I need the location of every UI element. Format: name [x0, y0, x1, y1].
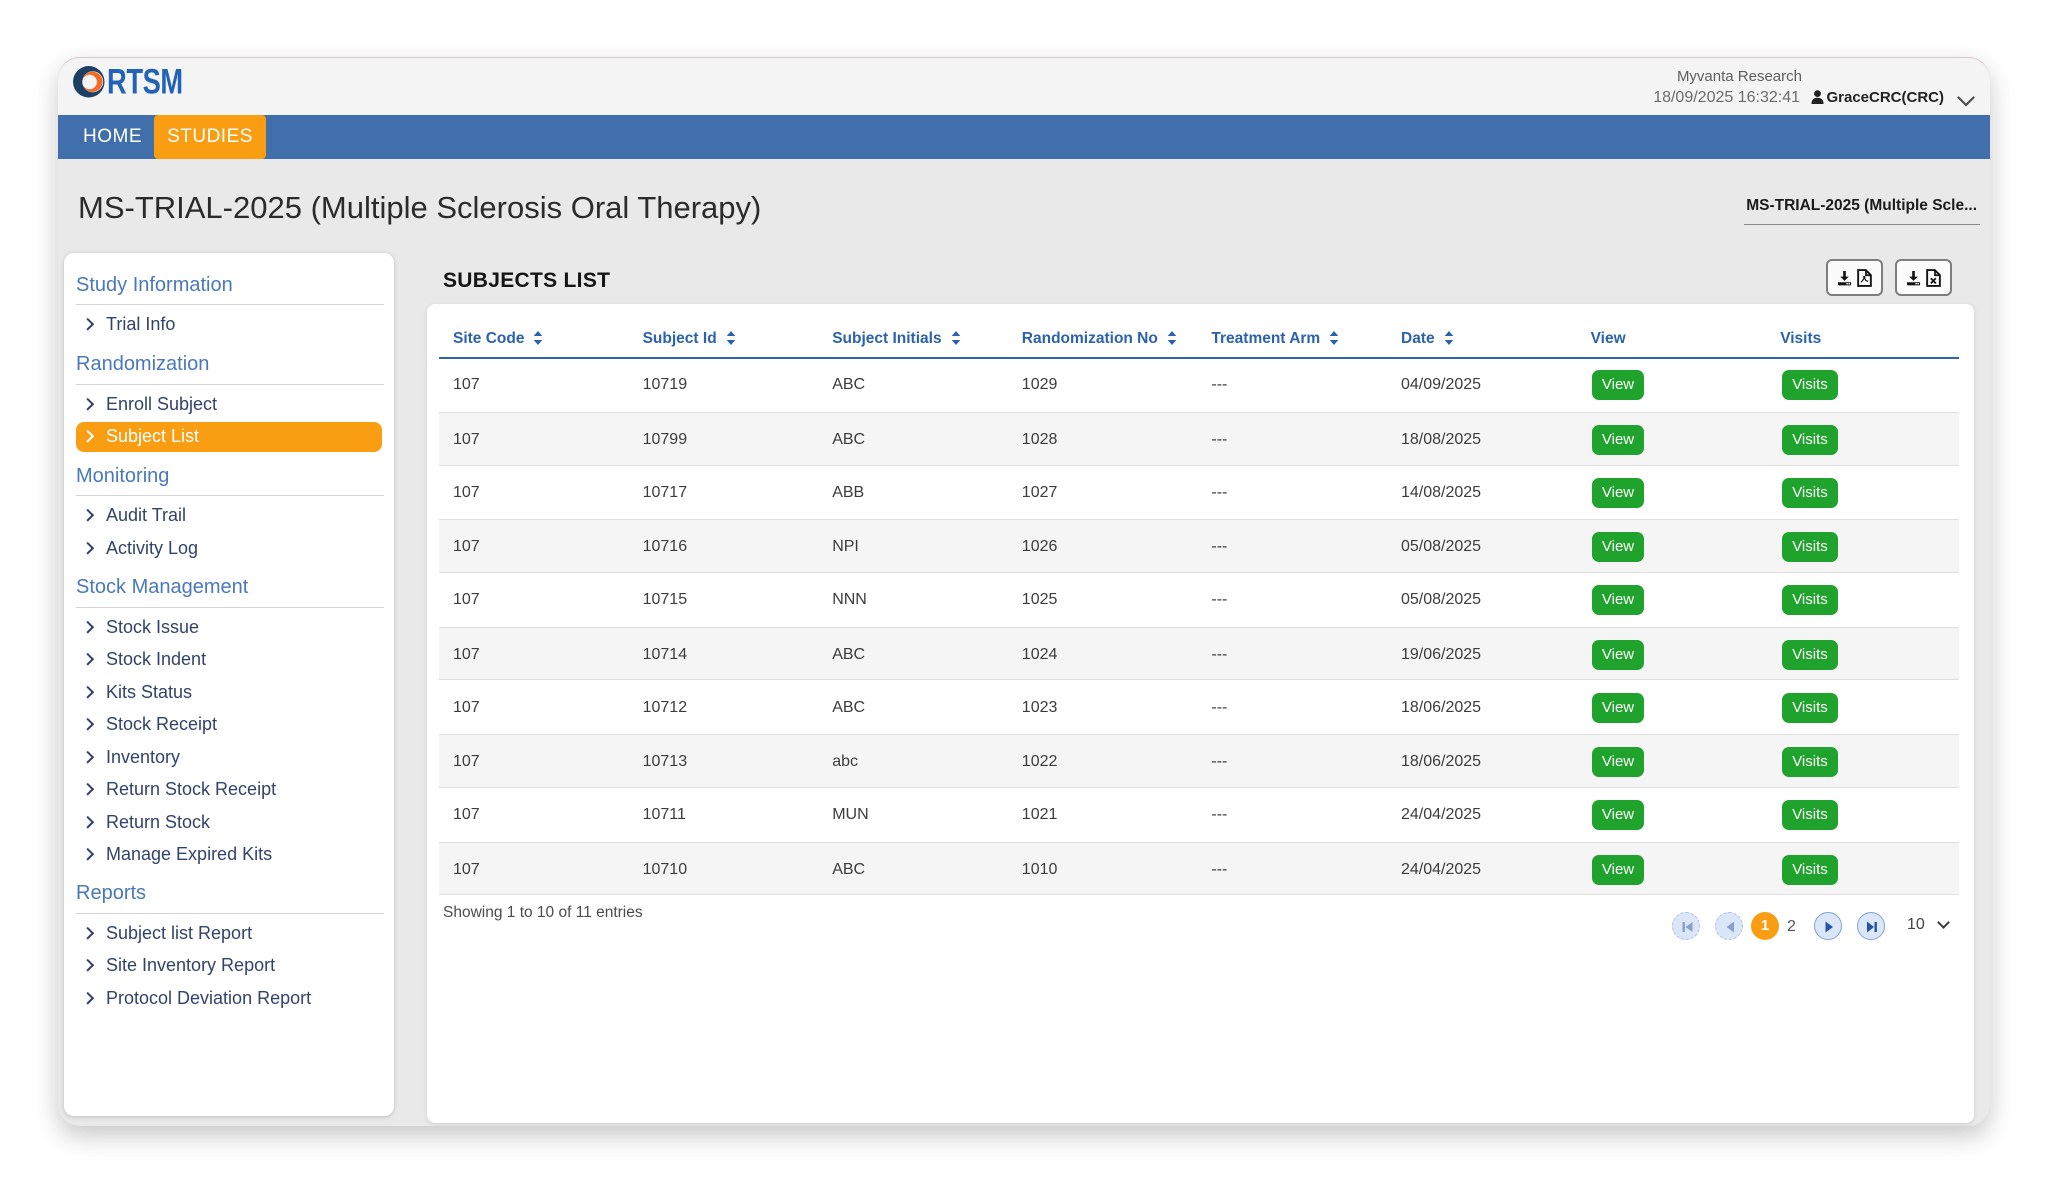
- svg-text:RTSM: RTSM: [107, 66, 183, 101]
